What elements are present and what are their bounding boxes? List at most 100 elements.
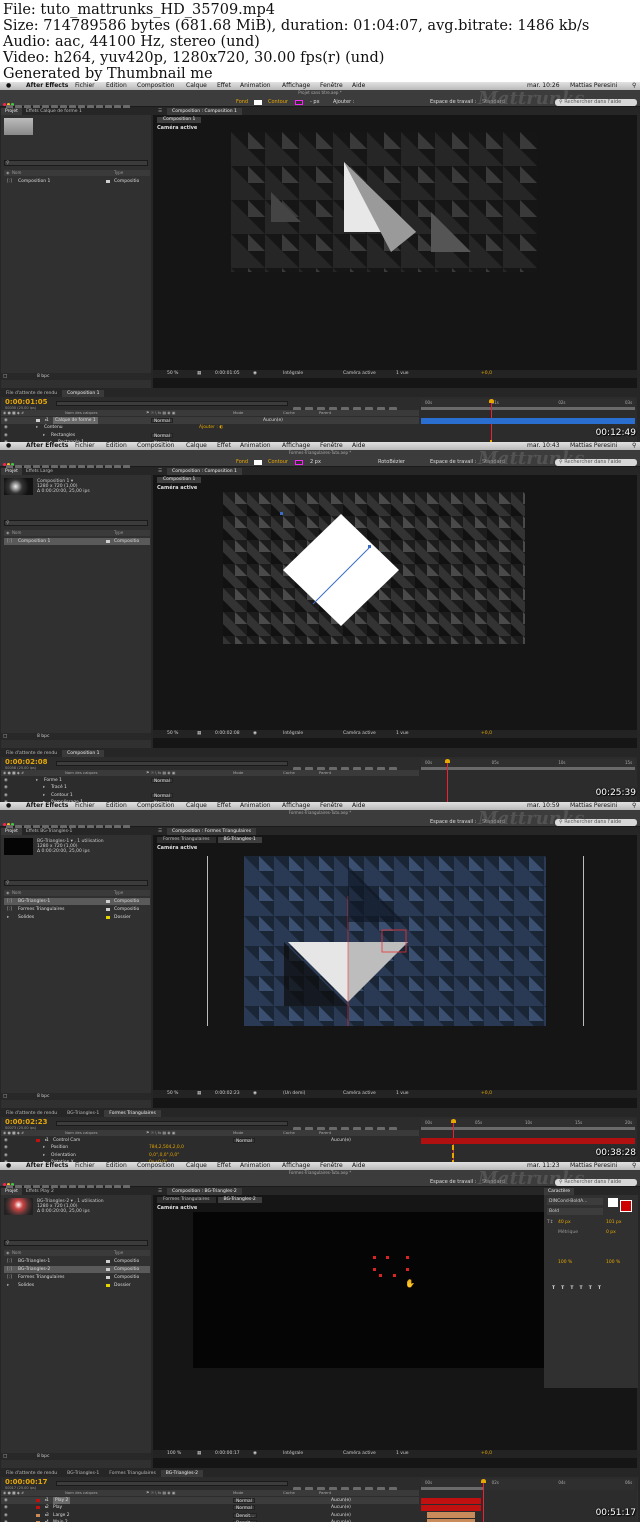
label-swatch[interactable] bbox=[106, 916, 110, 919]
trash-icon[interactable]: □ bbox=[3, 373, 7, 380]
leading-value[interactable]: 101 px bbox=[606, 1220, 622, 1225]
layer-duration-bar[interactable] bbox=[421, 417, 635, 424]
visibility-icon[interactable]: ◉ bbox=[4, 424, 8, 431]
stroke-label[interactable]: Contour bbox=[268, 98, 288, 106]
label-swatch[interactable] bbox=[106, 1284, 110, 1287]
cache-header[interactable]: Cache bbox=[283, 1490, 295, 1496]
twirl-icon[interactable]: ▸ bbox=[45, 1137, 47, 1144]
type-col[interactable]: Type bbox=[114, 1250, 123, 1256]
project-search-input[interactable]: ⚲ bbox=[4, 520, 148, 526]
tab-render-queue[interactable]: File d'attente de rendu bbox=[1, 1470, 62, 1477]
menu-item-7[interactable]: Affichage bbox=[282, 82, 310, 90]
views-select[interactable]: 1 vue bbox=[396, 1090, 409, 1098]
menu-item-2[interactable]: Edition bbox=[106, 82, 127, 90]
menu-item-0[interactable]: After Effects bbox=[26, 82, 68, 90]
zoom-select[interactable]: 50 % bbox=[167, 1090, 178, 1098]
menu-item-5[interactable]: Effet bbox=[217, 802, 231, 810]
fill-swatch[interactable] bbox=[254, 100, 262, 105]
twirl-icon[interactable]: ▸ bbox=[45, 1504, 47, 1511]
menu-item-1[interactable]: Fichier bbox=[75, 82, 95, 90]
mode-header[interactable]: Mode bbox=[233, 1130, 243, 1136]
tab-timeline[interactable]: BG-Triangles-2 bbox=[160, 1470, 204, 1477]
parent-header[interactable]: Parent bbox=[319, 770, 331, 776]
layer-row[interactable]: ◉ ▸ Position 784,2,504,2,0,0 bbox=[1, 1144, 419, 1151]
mode-select[interactable]: Normal bbox=[151, 432, 173, 439]
zoom-select[interactable]: 50 % bbox=[167, 370, 178, 378]
menu-item-8[interactable]: Fenêtre bbox=[320, 1162, 343, 1170]
viewer-timecode[interactable]: 0:00:02:23 bbox=[215, 1090, 240, 1098]
subtab-comp[interactable]: Composition 1 bbox=[157, 477, 202, 483]
project-item[interactable]: [:] Formes Triangulaires Compositio bbox=[4, 1274, 150, 1281]
parent-select[interactable]: Aucun(e) bbox=[331, 1137, 351, 1144]
menu-item-4[interactable]: Calque bbox=[186, 82, 207, 90]
tab-composition[interactable]: Composition : Composition 1 bbox=[167, 468, 242, 475]
grid-icon[interactable]: ▦ bbox=[197, 730, 201, 738]
menu-item-1[interactable]: Fichier bbox=[75, 1162, 95, 1170]
project-item[interactable]: [:] Composition 1 Compositio bbox=[4, 538, 150, 545]
grid-icon[interactable]: ▦ bbox=[197, 1090, 201, 1098]
twirl-icon[interactable]: ▸ bbox=[43, 792, 45, 799]
tab-timeline[interactable]: Composition 1 bbox=[62, 750, 105, 757]
tab-composition[interactable]: Composition : Formes Triangulaires bbox=[167, 828, 257, 835]
views-select[interactable]: 1 vue bbox=[396, 370, 409, 378]
tab-effects[interactable]: Effets Calque de forme 1 bbox=[22, 108, 86, 115]
layer-label-swatch[interactable] bbox=[36, 1506, 40, 1510]
layer-duration-bar[interactable] bbox=[427, 1519, 475, 1522]
menu-item-2[interactable]: Edition bbox=[106, 802, 127, 810]
menu-item-7[interactable]: Affichage bbox=[282, 1162, 310, 1170]
cti-head-icon[interactable] bbox=[451, 1119, 456, 1123]
menu-item-3[interactable]: Composition bbox=[137, 442, 174, 450]
layer-name-header[interactable]: Nom des calques bbox=[65, 410, 98, 416]
visibility-icon[interactable]: ◉ bbox=[4, 792, 8, 799]
menu-item-5[interactable]: Effet bbox=[217, 1162, 231, 1170]
fill-label[interactable]: Fond bbox=[236, 98, 248, 106]
label-swatch[interactable] bbox=[106, 908, 110, 911]
property-value[interactable]: 0,0°,0,0°,0,0° bbox=[149, 1152, 179, 1159]
timeline-search-input[interactable] bbox=[56, 401, 288, 406]
time-ruler[interactable]: 00s 01s 02s 03s bbox=[421, 399, 635, 410]
stroke-color-swatch[interactable] bbox=[620, 1200, 632, 1212]
twirl-icon[interactable]: ▸ bbox=[43, 784, 45, 791]
spotlight-icon[interactable]: ⚲ bbox=[632, 802, 636, 810]
quality-select[interactable]: Intégrale bbox=[283, 730, 303, 738]
parent-select[interactable]: Aucun(e) bbox=[331, 1504, 351, 1511]
tab-timeline[interactable]: BG-Triangles-1 bbox=[62, 1470, 104, 1477]
layer-row[interactable]: ◉4▸Main 2Densit...Aucun(e) bbox=[1, 1519, 419, 1522]
menu-item-3[interactable]: Composition bbox=[137, 82, 174, 90]
menu-item-7[interactable]: Affichage bbox=[282, 802, 310, 810]
layer-row[interactable]: ◉ 2 ▸ Play Normal Aucun(e) bbox=[1, 1504, 419, 1511]
parent-select[interactable]: Aucun(e) bbox=[331, 1519, 351, 1522]
mode-select[interactable]: Normal bbox=[233, 1138, 255, 1144]
add-menu[interactable]: RotoBézier bbox=[378, 458, 405, 466]
menu-item-4[interactable]: Calque bbox=[186, 802, 207, 810]
camera-select[interactable]: Caméra active bbox=[343, 370, 376, 378]
layer-label-swatch[interactable] bbox=[36, 1139, 40, 1142]
twirl-icon[interactable]: ▸ bbox=[36, 777, 38, 784]
project-item[interactable]: [:] BG-Triangles-1 Compositio bbox=[4, 898, 150, 905]
bpc-toggle[interactable]: 8 bpc bbox=[37, 1453, 49, 1460]
composition-viewer[interactable]: ✋ bbox=[193, 1212, 577, 1368]
tab-project[interactable]: Projet bbox=[1, 828, 22, 835]
subtab-comp-2[interactable]: BG-Triangles-1 bbox=[217, 837, 262, 843]
subtab-comp[interactable]: Composition 1 bbox=[157, 117, 202, 123]
quality-select[interactable]: Intégrale bbox=[283, 1450, 303, 1458]
snapshot-icon[interactable]: ◉ bbox=[253, 730, 257, 738]
menu-item-5[interactable]: Effet bbox=[217, 442, 231, 450]
twirl-icon[interactable]: ▸ bbox=[45, 1512, 47, 1519]
panel-menu-icon[interactable]: ☰ bbox=[153, 108, 167, 115]
layer-duration-bar[interactable] bbox=[427, 1512, 475, 1519]
timeline-search-input[interactable] bbox=[56, 761, 288, 766]
mode-select[interactable]: Normal bbox=[233, 1505, 255, 1511]
stroke-swatch[interactable] bbox=[295, 460, 303, 465]
fill-swatch[interactable] bbox=[254, 460, 262, 465]
cti-head-icon[interactable] bbox=[445, 759, 450, 763]
tab-effects[interactable]: Effets Play 2 bbox=[22, 1188, 58, 1195]
twirl-icon[interactable]: ▸ bbox=[45, 417, 47, 424]
spotlight-icon[interactable]: ⚲ bbox=[632, 442, 636, 450]
views-select[interactable]: 1 vue bbox=[396, 1450, 409, 1458]
mode-select[interactable]: Normal bbox=[233, 1498, 255, 1504]
camera-select[interactable]: Caméra active bbox=[343, 1090, 376, 1098]
twirl-icon[interactable]: ▸ bbox=[43, 1152, 45, 1159]
font-select[interactable]: DINCond-BoldA... bbox=[547, 1198, 603, 1205]
fill-color-swatch[interactable] bbox=[608, 1198, 618, 1207]
